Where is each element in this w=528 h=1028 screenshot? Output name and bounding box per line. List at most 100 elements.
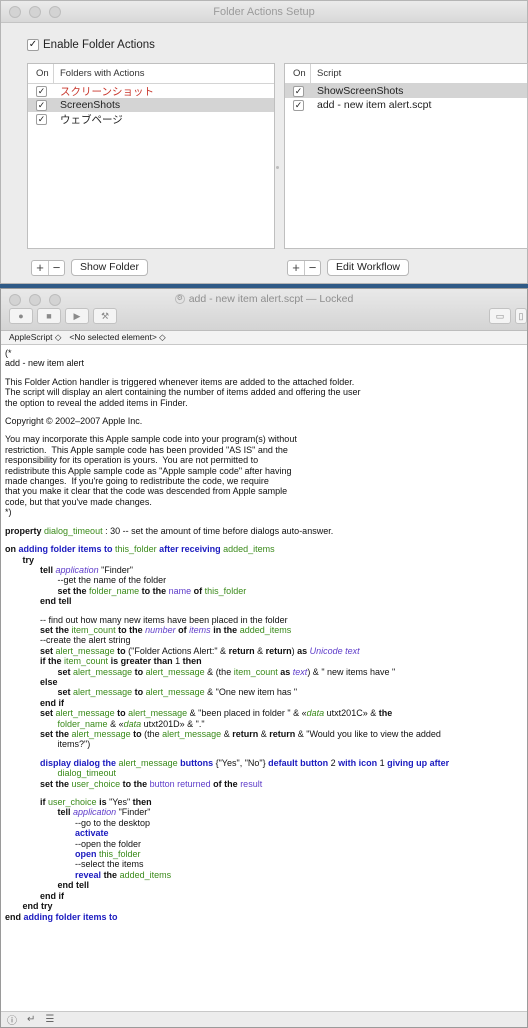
show-folder-button[interactable]: Show Folder: [71, 259, 148, 276]
code-line: set the user_choice to the button return…: [40, 778, 263, 789]
zoom-window-button[interactable]: [49, 6, 61, 18]
code-line: tell application "Finder": [40, 564, 133, 575]
code-line: *): [5, 507, 12, 518]
split-view-divider[interactable]: [276, 166, 279, 169]
code-line: This Folder Action handler is triggered …: [5, 376, 355, 387]
code-line: --get the name of the folder: [57, 575, 167, 586]
folder-checkbox[interactable]: ✓: [36, 114, 47, 125]
minimize-window-button[interactable]: [29, 6, 41, 18]
code-line: end adding folder items to: [5, 911, 118, 922]
folder-actions-window: Folder Actions Setup ✓ Enable Folder Act…: [0, 0, 528, 284]
script-row[interactable]: ✓ add - new item alert.scpt: [285, 98, 527, 112]
code-line: restriction. This Apple sample code has …: [5, 444, 288, 455]
code-line: set alert_message to alert_message & "be…: [40, 708, 393, 719]
code-line: reveal the added_items: [75, 869, 172, 880]
code-line: (*: [5, 348, 12, 358]
log-icon[interactable]: ☰: [45, 1014, 54, 1025]
script-document-icon: ⚙: [174, 294, 185, 305]
run-button[interactable]: ▶: [65, 308, 89, 324]
show-sidebar-button[interactable]: ▯: [515, 308, 527, 324]
code-line: --open the folder: [75, 838, 142, 849]
code-line: items?"): [57, 739, 91, 750]
code-line: if user_choice is "Yes" then: [40, 797, 152, 808]
enable-checkbox[interactable]: ✓: [27, 39, 39, 51]
show-log-button[interactable]: ▭: [489, 308, 511, 324]
script-row-selected[interactable]: ✓ ShowScreenShots: [285, 84, 527, 98]
view-toolbar: ▭ ▯: [489, 308, 527, 324]
code-line: responsibility for its operation is your…: [5, 455, 259, 466]
code-line: folder_name & «data utxt201D» & ".": [57, 718, 205, 729]
header-on[interactable]: On: [285, 64, 311, 83]
sidebar-icon: ▯: [518, 310, 524, 321]
language-popup[interactable]: AppleScript ◇: [9, 331, 61, 344]
status-bar: ⓘ ↵ ☰: [1, 1011, 527, 1027]
code-line: that you make it clear that the code was…: [5, 486, 288, 497]
fa-window-title: Folder Actions Setup: [213, 6, 315, 18]
record-button[interactable]: ●: [9, 308, 33, 324]
script-editor-window: ⚙ add - new item alert.scpt — Locked ● ■ …: [0, 288, 528, 1028]
folder-name: ScreenShots: [60, 99, 121, 111]
scripts-toolbar: + − Edit Workflow: [287, 259, 409, 276]
scripts-table-header: On Script: [285, 64, 527, 84]
code-line: made changes. If you're going to redistr…: [5, 476, 269, 487]
element-popup[interactable]: <No selected element> ◇: [69, 331, 165, 344]
scripts-add-remove: + −: [287, 259, 321, 276]
folder-row[interactable]: ✓ ウェブページ: [28, 112, 274, 126]
add-folder-button[interactable]: +: [32, 260, 48, 275]
code-line: set alert_message to alert_message & (th…: [57, 666, 396, 677]
code-line: -- find out how many new items have been…: [40, 614, 288, 625]
play-icon: ▶: [73, 310, 81, 321]
code-line: end if: [40, 697, 65, 708]
stop-icon: ■: [46, 311, 52, 321]
code-line: open this_folder: [75, 849, 141, 860]
code-line: end if: [40, 890, 65, 901]
script-checkbox[interactable]: ✓: [293, 86, 304, 97]
result-icon[interactable]: ↵: [27, 1014, 35, 1025]
bottom-panel-icon: ▭: [495, 310, 505, 321]
code-line: end tell: [40, 596, 72, 607]
code-line: set the folder_name to the name of this_…: [57, 585, 247, 596]
folder-row-selected[interactable]: ✓ ScreenShots: [28, 98, 274, 112]
code-line: tell application "Finder": [57, 807, 151, 818]
close-window-button[interactable]: [9, 6, 21, 18]
code-line: property dialog_timeout : 30 -- set the …: [5, 525, 334, 536]
header-on[interactable]: On: [28, 64, 54, 83]
add-script-button[interactable]: +: [288, 260, 304, 275]
folder-checkbox[interactable]: ✓: [36, 100, 47, 111]
folder-name-missing: スクリーンショット: [60, 85, 154, 98]
header-folders[interactable]: Folders with Actions: [54, 64, 144, 83]
code-line: --select the items: [75, 859, 144, 870]
edit-workflow-button[interactable]: Edit Workflow: [327, 259, 409, 276]
code-line: if the item_count is greater than 1 then: [40, 656, 202, 667]
code-line: --go to the desktop: [75, 817, 151, 828]
folder-row[interactable]: ✓ スクリーンショット: [28, 84, 274, 98]
code-line: end try: [22, 901, 53, 912]
compile-button[interactable]: ⚒: [93, 308, 117, 324]
folders-toolbar: + − Show Folder: [31, 259, 148, 276]
header-script[interactable]: Script: [311, 64, 341, 83]
script-name: add - new item alert.scpt: [317, 99, 432, 111]
folder-checkbox[interactable]: ✓: [36, 86, 47, 97]
enable-folder-actions[interactable]: ✓ Enable Folder Actions: [27, 39, 155, 51]
code-line: You may incorporate this Apple sample co…: [5, 434, 297, 445]
code-line: display dialog the alert_message buttons…: [40, 757, 450, 768]
code-line: code, but that you've made changes.: [5, 496, 152, 507]
document-name: add - new item alert.scpt: [188, 293, 304, 305]
remove-script-button[interactable]: −: [304, 260, 320, 275]
description-icon[interactable]: ⓘ: [7, 1012, 17, 1027]
folders-add-remove: + −: [31, 259, 65, 276]
folders-table-header: On Folders with Actions: [28, 64, 274, 84]
code-line: The script will display an alert contain…: [5, 387, 361, 398]
se-titlebar: ⚙ add - new item alert.scpt — Locked ● ■ …: [1, 289, 527, 331]
navigation-bar: AppleScript ◇ <No selected element> ◇: [1, 331, 527, 345]
fa-titlebar: Folder Actions Setup: [1, 1, 527, 23]
script-checkbox[interactable]: ✓: [293, 100, 304, 111]
script-editor-text[interactable]: (* add - new item alert This Folder Action…: [1, 345, 527, 922]
stop-button[interactable]: ■: [37, 308, 61, 324]
code-line: add - new item alert: [5, 358, 85, 369]
code-line: --create the alert string: [40, 635, 131, 646]
script-toolbar: ● ■ ▶ ⚒: [9, 308, 117, 324]
code-line: dialog_timeout: [57, 768, 117, 779]
remove-folder-button[interactable]: −: [48, 260, 64, 275]
code-line: on adding folder items to this_folder af…: [5, 544, 275, 555]
